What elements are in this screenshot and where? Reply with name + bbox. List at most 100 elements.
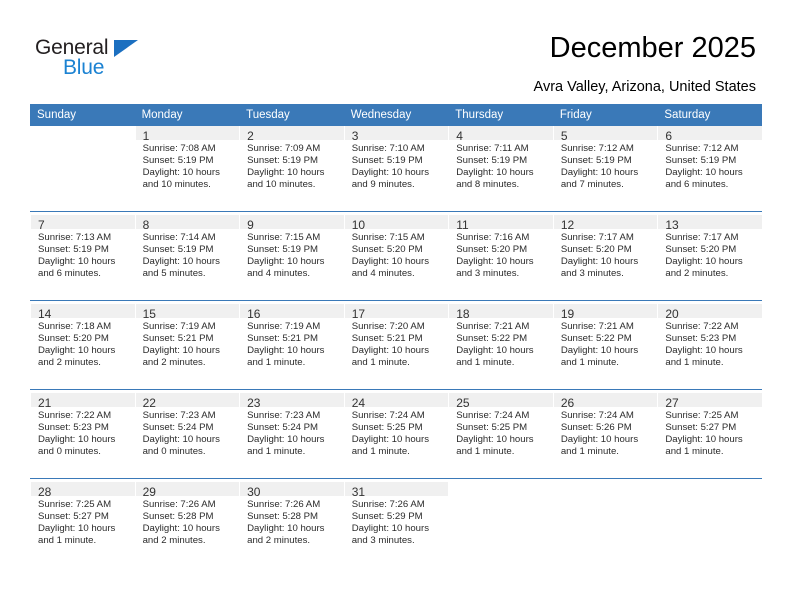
sunrise-text: Sunrise: 7:13 AM: [38, 232, 112, 243]
sunrise-text: Sunrise: 7:16 AM: [456, 232, 530, 243]
calendar-day-cell[interactable]: 31 Sunrise: 7:26 AM Sunset: 5:29 PM Dayligh…: [343, 482, 449, 567]
weekday-header-thursday: Thursday: [448, 104, 553, 126]
daylight-text-line2: and 6 minutes.: [665, 179, 729, 191]
daylight-text-line1: Daylight: 10 hours: [351, 434, 430, 446]
daylight-text-line1: Daylight: 10 hours: [456, 434, 534, 446]
day-sun-info: Sunrise: 7:14 AM Sunset: 5:19 PM Daylight:…: [136, 229, 240, 280]
sunset-text: Sunset: 5:27 PM: [38, 511, 109, 523]
day-cell-inner: 18 Sunrise: 7:21 AM Sunset: 5:22 PM Dayligh…: [448, 304, 553, 389]
calendar-day-cell[interactable]: 17 Sunrise: 7:20 AM Sunset: 5:21 PM Dayligh…: [343, 304, 449, 390]
day-number: 26: [553, 393, 658, 410]
day-sun-info: Sunrise: 7:21 AM Sunset: 5:22 PM Daylight:…: [554, 318, 658, 369]
calendar-day-cell[interactable]: 30 Sunrise: 7:26 AM Sunset: 5:28 PM Dayligh…: [239, 482, 344, 567]
day-cell-inner: 11 Sunrise: 7:16 AM Sunset: 5:20 PM Dayligh…: [448, 215, 553, 300]
daylight-text-line1: Daylight: 10 hours: [665, 434, 743, 446]
calendar-day-cell[interactable]: 10 Sunrise: 7:15 AM Sunset: 5:20 PM Dayligh…: [343, 215, 449, 301]
daylight-text-line2: and 7 minutes.: [560, 179, 624, 191]
sunrise-text: Sunrise: 7:11 AM: [456, 143, 529, 154]
sunset-text: Sunset: 5:20 PM: [351, 244, 423, 256]
calendar-day-cell[interactable]: 8 Sunrise: 7:14 AM Sunset: 5:19 PM Daylight…: [134, 215, 240, 301]
sunset-text: Sunset: 5:29 PM: [351, 511, 423, 523]
calendar-day-cell[interactable]: 5 Sunrise: 7:12 AM Sunset: 5:19 PM Daylight…: [552, 126, 658, 212]
daylight-text-line1: Daylight: 10 hours: [351, 345, 430, 357]
calendar-day-cell[interactable]: 6 Sunrise: 7:12 AM Sunset: 5:19 PM Daylight…: [657, 126, 762, 212]
day-number: 23: [240, 393, 344, 410]
calendar-day-cell[interactable]: 26 Sunrise: 7:24 AM Sunset: 5:26 PM Dayligh…: [552, 393, 658, 479]
day-number: 2: [240, 126, 344, 143]
page-title: December 2025: [549, 32, 756, 64]
day-number: [553, 482, 658, 496]
day-sun-info: Sunrise: 7:17 AM Sunset: 5:20 PM Daylight:…: [554, 229, 658, 280]
sunrise-text: Sunrise: 7:18 AM: [38, 321, 112, 332]
day-cell-inner: 10 Sunrise: 7:15 AM Sunset: 5:20 PM Dayligh…: [343, 215, 449, 300]
day-cell-inner: [30, 126, 135, 211]
sunset-text: Sunset: 5:20 PM: [560, 244, 632, 256]
calendar-day-cell[interactable]: 2 Sunrise: 7:09 AM Sunset: 5:19 PM Daylight…: [239, 126, 344, 212]
calendar-day-cell[interactable]: 21 Sunrise: 7:22 AM Sunset: 5:23 PM Dayligh…: [30, 393, 135, 479]
calendar-day-cell[interactable]: 18 Sunrise: 7:21 AM Sunset: 5:22 PM Dayligh…: [448, 304, 553, 390]
calendar-day-cell[interactable]: 3 Sunrise: 7:10 AM Sunset: 5:19 PM Daylight…: [343, 126, 449, 212]
sunrise-text: Sunrise: 7:25 AM: [665, 410, 739, 421]
sunrise-text: Sunrise: 7:26 AM: [351, 499, 425, 510]
daylight-text-line2: and 8 minutes.: [456, 179, 520, 191]
day-cell-inner: 21 Sunrise: 7:22 AM Sunset: 5:23 PM Dayligh…: [30, 393, 135, 478]
day-number: 11: [449, 215, 553, 232]
day-number: 3: [344, 126, 449, 143]
daylight-text-line2: and 1 minute.: [351, 446, 410, 458]
calendar-day-cell[interactable]: 11 Sunrise: 7:16 AM Sunset: 5:20 PM Dayligh…: [448, 215, 553, 301]
daylight-text-line1: Daylight: 10 hours: [665, 167, 743, 179]
sunset-text: Sunset: 5:27 PM: [665, 422, 737, 434]
daylight-text-line1: Daylight: 10 hours: [247, 434, 325, 446]
calendar-day-cell[interactable]: 9 Sunrise: 7:15 AM Sunset: 5:19 PM Daylight…: [239, 215, 344, 301]
calendar-day-cell[interactable]: 22 Sunrise: 7:23 AM Sunset: 5:24 PM Dayligh…: [134, 393, 240, 479]
day-number: 18: [449, 304, 553, 321]
calendar-day-cell[interactable]: 20 Sunrise: 7:22 AM Sunset: 5:23 PM Dayligh…: [657, 304, 762, 390]
calendar-day-cell[interactable]: 16 Sunrise: 7:19 AM Sunset: 5:21 PM Dayligh…: [239, 304, 344, 390]
daylight-text-line1: Daylight: 10 hours: [247, 345, 325, 357]
daylight-text-line2: and 1 minute.: [247, 446, 306, 458]
calendar-day-cell[interactable]: 1 Sunrise: 7:08 AM Sunset: 5:19 PM Daylight…: [134, 126, 240, 212]
day-cell-inner: 1 Sunrise: 7:08 AM Sunset: 5:19 PM Daylight…: [134, 126, 240, 211]
daylight-text-line1: Daylight: 10 hours: [560, 345, 639, 357]
daylight-text-line2: and 2 minutes.: [247, 535, 311, 547]
calendar-day-cell[interactable]: 13 Sunrise: 7:17 AM Sunset: 5:20 PM Dayligh…: [657, 215, 762, 301]
daylight-text-line1: Daylight: 10 hours: [560, 167, 639, 179]
calendar-day-cell[interactable]: 14 Sunrise: 7:18 AM Sunset: 5:20 PM Dayligh…: [30, 304, 135, 390]
day-number: 25: [449, 393, 553, 410]
sunrise-text: Sunrise: 7:22 AM: [665, 321, 739, 332]
calendar-day-cell[interactable]: 19 Sunrise: 7:21 AM Sunset: 5:22 PM Dayligh…: [552, 304, 658, 390]
sunset-text: Sunset: 5:19 PM: [351, 155, 423, 167]
day-sun-info: Sunrise: 7:19 AM Sunset: 5:21 PM Daylight:…: [240, 318, 344, 369]
calendar-day-cell[interactable]: 7 Sunrise: 7:13 AM Sunset: 5:19 PM Daylight…: [30, 215, 135, 301]
calendar-week-row: 1 Sunrise: 7:08 AM Sunset: 5:19 PM Daylight…: [30, 126, 762, 212]
day-sun-info: Sunrise: 7:24 AM Sunset: 5:25 PM Daylight:…: [345, 407, 449, 458]
day-number: 19: [553, 304, 658, 321]
day-cell-inner: 8 Sunrise: 7:14 AM Sunset: 5:19 PM Daylight…: [134, 215, 240, 300]
daylight-text-line1: Daylight: 10 hours: [351, 167, 430, 179]
sunset-text: Sunset: 5:20 PM: [38, 333, 109, 345]
sunset-text: Sunset: 5:19 PM: [142, 155, 214, 167]
calendar-day-cell[interactable]: 27 Sunrise: 7:25 AM Sunset: 5:27 PM Dayligh…: [657, 393, 762, 479]
day-number: 12: [553, 215, 658, 232]
sunrise-text: Sunrise: 7:14 AM: [142, 232, 216, 243]
calendar-day-cell[interactable]: 28 Sunrise: 7:25 AM Sunset: 5:27 PM Dayligh…: [30, 482, 135, 567]
sunrise-text: Sunrise: 7:12 AM: [560, 143, 634, 154]
calendar-day-cell[interactable]: 15 Sunrise: 7:19 AM Sunset: 5:21 PM Dayligh…: [134, 304, 240, 390]
sunrise-text: Sunrise: 7:24 AM: [351, 410, 425, 421]
calendar-day-cell[interactable]: 24 Sunrise: 7:24 AM Sunset: 5:25 PM Dayligh…: [343, 393, 449, 479]
calendar-day-cell[interactable]: 25 Sunrise: 7:24 AM Sunset: 5:25 PM Dayligh…: [448, 393, 553, 479]
sunset-text: Sunset: 5:21 PM: [247, 333, 319, 345]
sunset-text: Sunset: 5:19 PM: [247, 244, 319, 256]
calendar-day-cell[interactable]: 23 Sunrise: 7:23 AM Sunset: 5:24 PM Dayligh…: [239, 393, 344, 479]
day-cell-inner: 26 Sunrise: 7:24 AM Sunset: 5:26 PM Dayligh…: [552, 393, 658, 478]
daylight-text-line2: and 1 minute.: [560, 357, 619, 369]
calendar-day-cell[interactable]: 29 Sunrise: 7:26 AM Sunset: 5:28 PM Dayligh…: [134, 482, 240, 567]
calendar-day-cell[interactable]: 4 Sunrise: 7:11 AM Sunset: 5:19 PM Daylight…: [448, 126, 553, 212]
daylight-text-line1: Daylight: 10 hours: [247, 523, 325, 535]
sunrise-text: Sunrise: 7:17 AM: [665, 232, 739, 243]
day-sun-info: Sunrise: 7:11 AM Sunset: 5:19 PM Daylight:…: [449, 140, 553, 191]
sunrise-text: Sunrise: 7:15 AM: [351, 232, 425, 243]
page-header: General Blue December 2025 Avra Valley, …: [0, 0, 792, 100]
calendar-day-cell[interactable]: 12 Sunrise: 7:17 AM Sunset: 5:20 PM Dayligh…: [552, 215, 658, 301]
day-cell-inner: 5 Sunrise: 7:12 AM Sunset: 5:19 PM Daylight…: [552, 126, 658, 211]
